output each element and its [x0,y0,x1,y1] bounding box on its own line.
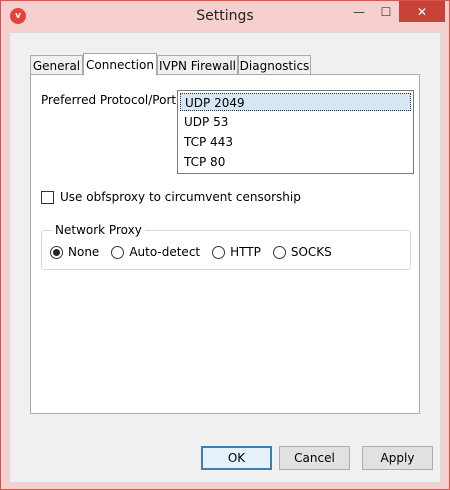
protocol-item-udp-53[interactable]: UDP 53 [180,113,411,131]
title-bar[interactable]: v Settings — ☐ ✕ [1,1,449,32]
tab-connection[interactable]: Connection [83,53,157,76]
apply-button[interactable]: Apply [362,446,433,470]
proxy-label-http: HTTP [230,245,261,259]
proxy-option-none[interactable]: None [50,245,99,259]
radio-socks[interactable] [272,245,286,259]
protocol-item-udp-2049[interactable]: UDP 2049 [180,93,411,111]
close-icon: ✕ [416,4,428,19]
ok-button[interactable]: OK [201,446,272,470]
minimize-icon: — [353,4,365,19]
proxy-label-socks: SOCKS [290,245,332,259]
maximize-icon: ☐ [380,4,392,19]
obfsproxy-label: Use obfsproxy to circumvent censorship [60,190,301,204]
cancel-button[interactable]: Cancel [279,446,350,470]
protocol-listbox[interactable]: UDP 2049 UDP 53 TCP 443 TCP 80 [177,90,414,174]
minimize-button[interactable]: — [346,1,372,22]
proxy-option-socks[interactable]: SOCKS [272,245,332,259]
preferred-protocol-label: Preferred Protocol/Port: [41,93,181,107]
obfsproxy-checkbox[interactable] [41,190,54,204]
radio-selected-dot [53,248,60,256]
proxy-label-auto-detect: Auto-detect [129,245,201,259]
maximize-button[interactable]: ☐ [373,1,399,22]
protocol-item-tcp-80[interactable]: TCP 80 [180,153,411,171]
radio-none[interactable] [50,245,63,259]
tab-diagnostics[interactable]: Diagnostics [238,55,311,75]
connection-panel: Preferred Protocol/Port: UDP 2049 UDP 53… [30,74,420,414]
tab-ivpn-firewall[interactable]: IVPN Firewall [157,55,238,75]
radio-auto-detect[interactable] [111,245,125,259]
close-button[interactable]: ✕ [399,1,445,22]
obfsproxy-option[interactable]: Use obfsproxy to circumvent censorship [41,190,301,204]
proxy-label-none: None [68,245,100,259]
client-area: General Connection IVPN Firewall Diagnos… [9,32,441,483]
settings-window: v Settings — ☐ ✕ General Connection IVPN… [0,0,450,490]
protocol-item-tcp-443[interactable]: TCP 443 [180,133,411,151]
radio-http[interactable] [212,245,226,259]
proxy-option-auto-detect[interactable]: Auto-detect [111,245,200,259]
proxy-option-http[interactable]: HTTP [212,245,261,259]
network-proxy-legend: Network Proxy [52,223,145,237]
network-proxy-group: Network Proxy None Auto-detect HTTP SOCK… [41,223,411,270]
tab-general[interactable]: General [30,55,83,75]
proxy-radio-group: None Auto-detect HTTP SOCKS [50,245,344,259]
